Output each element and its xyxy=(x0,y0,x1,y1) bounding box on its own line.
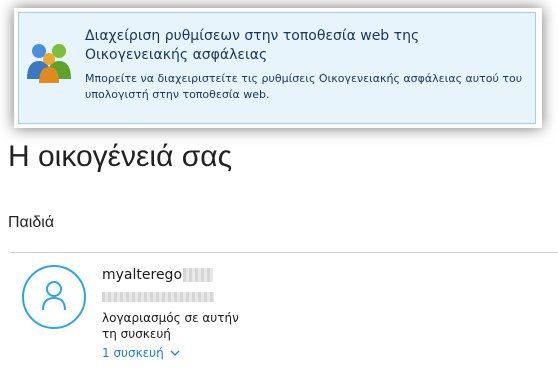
family-users-icon xyxy=(25,39,73,83)
devices-label[interactable]: 1 συσκευή xyxy=(102,346,164,360)
child-account-name: myalterego xyxy=(102,267,214,283)
banner-description: Μπορείτε να διαχειριστείτε τις ρυθμίσεις… xyxy=(85,72,523,101)
person-icon xyxy=(42,281,66,311)
page-title: Η οικογένειά σας xyxy=(8,140,233,173)
section-heading-children: Παιδιά xyxy=(8,214,55,231)
redacted-name-suffix xyxy=(183,268,214,282)
child-name-text: myalterego xyxy=(102,267,183,283)
redacted-email xyxy=(102,292,214,302)
devices-dropdown-link[interactable]: 1 συσκευή xyxy=(102,346,180,360)
chevron-down-icon[interactable] xyxy=(170,346,180,360)
divider xyxy=(10,252,558,253)
account-note: λογαριασμός σε αυτήν τη συσκευή xyxy=(102,311,239,341)
avatar[interactable] xyxy=(22,265,86,329)
banner-title[interactable]: Διαχείριση ρυθμίσεων στην τοποθεσία web … xyxy=(85,27,525,65)
family-safety-banner[interactable]: Διαχείριση ρυθμίσεων στην τοποθεσία web … xyxy=(18,12,536,124)
